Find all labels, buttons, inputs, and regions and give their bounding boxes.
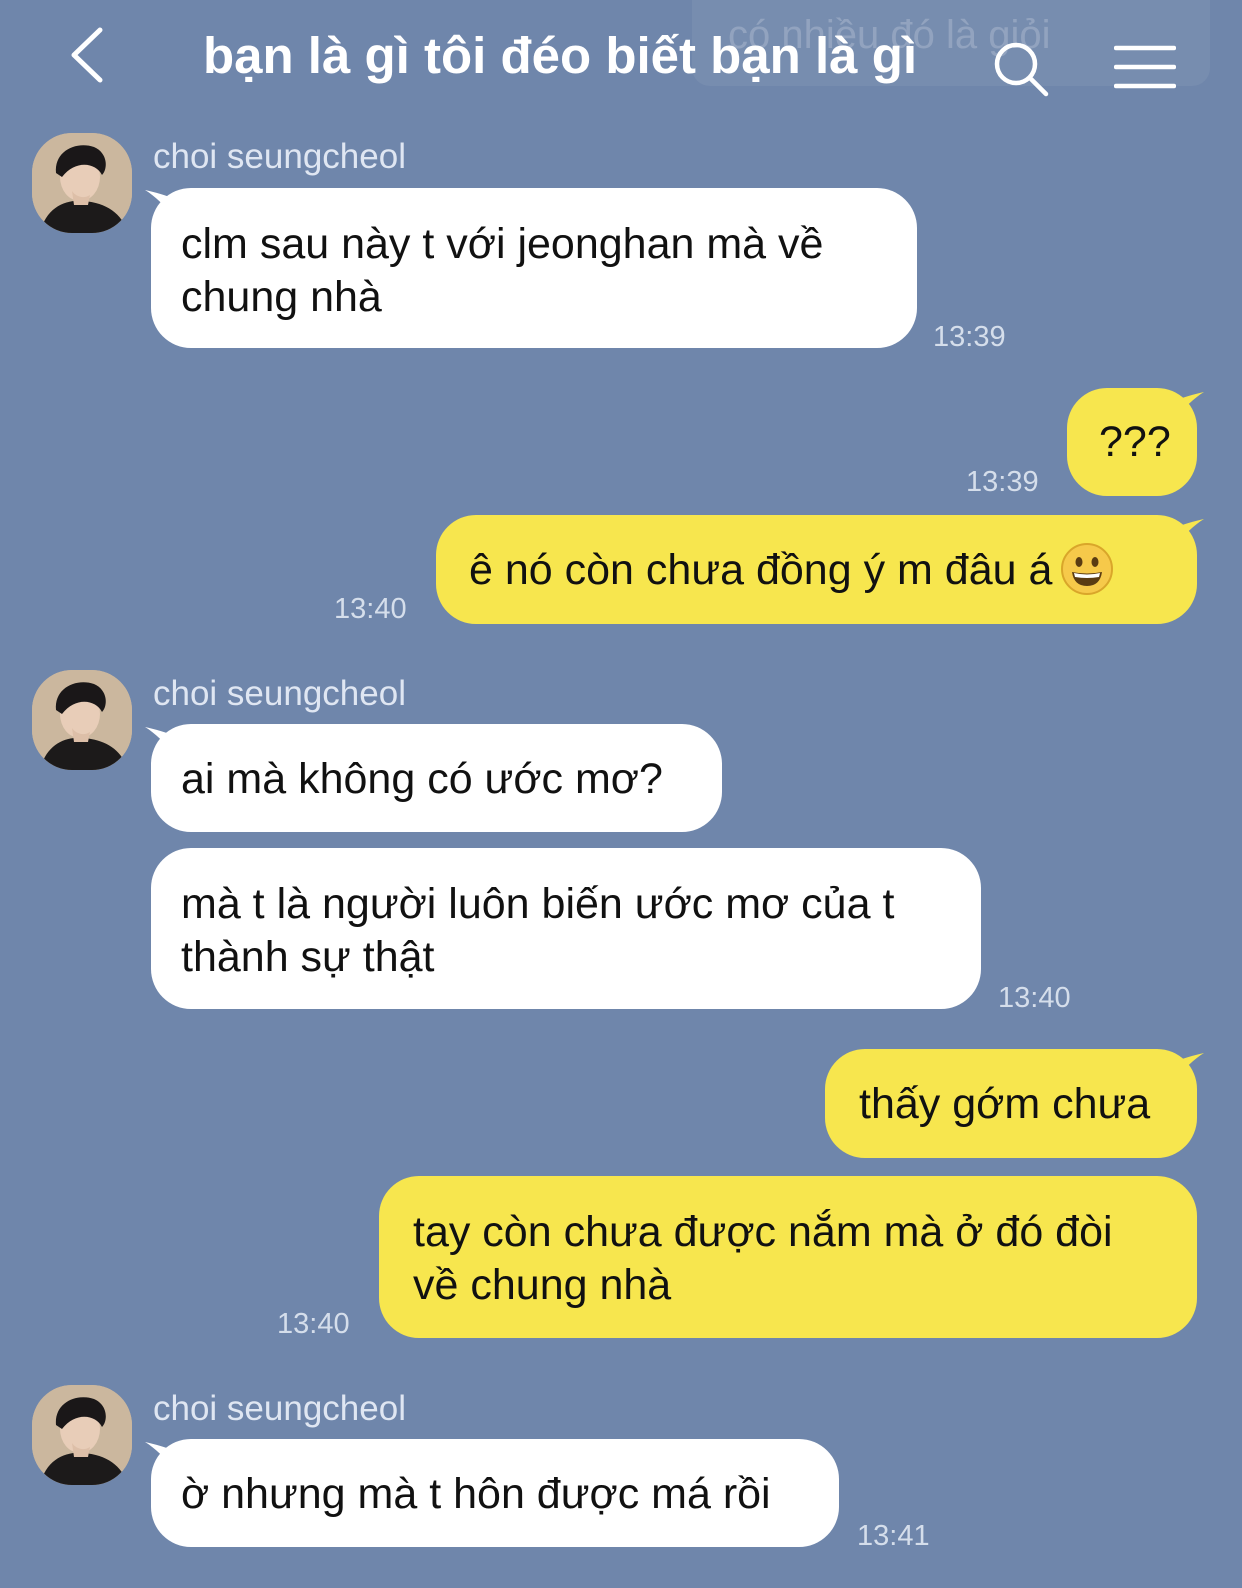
sender-name: choi seungcheol xyxy=(153,1389,406,1428)
message-text: ê nó còn chưa đồng ý m đâu á xyxy=(469,546,1053,594)
message-timestamp: 13:40 xyxy=(334,593,407,625)
profile-photo xyxy=(32,133,132,233)
menu-button[interactable] xyxy=(1113,42,1177,92)
message-timestamp: 13:40 xyxy=(277,1308,350,1340)
back-button[interactable] xyxy=(62,22,122,88)
chevron-left-icon xyxy=(71,27,103,83)
sender-name: choi seungcheol xyxy=(153,674,406,713)
message-timestamp: 13:40 xyxy=(998,982,1071,1014)
message-timestamp: 13:41 xyxy=(857,1520,930,1552)
message-bubble-outgoing[interactable]: ê nó còn chưa đồng ý m đâu á xyxy=(436,515,1197,624)
grinning-face-emoji-icon xyxy=(1061,542,1114,595)
avatar[interactable] xyxy=(32,133,132,233)
message-bubble-incoming[interactable]: ai mà không có ước mơ? xyxy=(151,724,722,832)
hamburger-menu-icon xyxy=(1113,45,1177,89)
message-bubble-incoming[interactable]: mà t là người luôn biến ước mơ của t thà… xyxy=(151,848,981,1009)
message-bubble-outgoing[interactable]: tay còn chưa được nắm mà ở đó đòi về chu… xyxy=(379,1176,1197,1338)
avatar[interactable] xyxy=(32,670,132,770)
sender-name: choi seungcheol xyxy=(153,137,406,176)
message-bubble-incoming[interactable]: clm sau này t với jeonghan mà về chung n… xyxy=(151,188,917,348)
chat-header: có nhiều đó là giỏi bạn là gì tôi đéo bi… xyxy=(0,0,1242,110)
message-timestamp: 13:39 xyxy=(966,466,1039,498)
message-bubble-incoming[interactable]: ờ nhưng mà t hôn được má rồi xyxy=(151,1439,839,1547)
profile-photo xyxy=(32,1385,132,1485)
message-bubble-outgoing[interactable]: thấy gớm chưa xyxy=(825,1049,1197,1158)
search-button[interactable] xyxy=(990,38,1054,102)
avatar[interactable] xyxy=(32,1385,132,1485)
search-icon xyxy=(994,42,1049,97)
message-bubble-outgoing[interactable]: ??? xyxy=(1067,388,1197,496)
chat-title: bạn là gì tôi đéo biết bạn là gì xyxy=(202,27,918,84)
profile-photo xyxy=(32,670,132,770)
message-timestamp: 13:39 xyxy=(933,321,1006,353)
